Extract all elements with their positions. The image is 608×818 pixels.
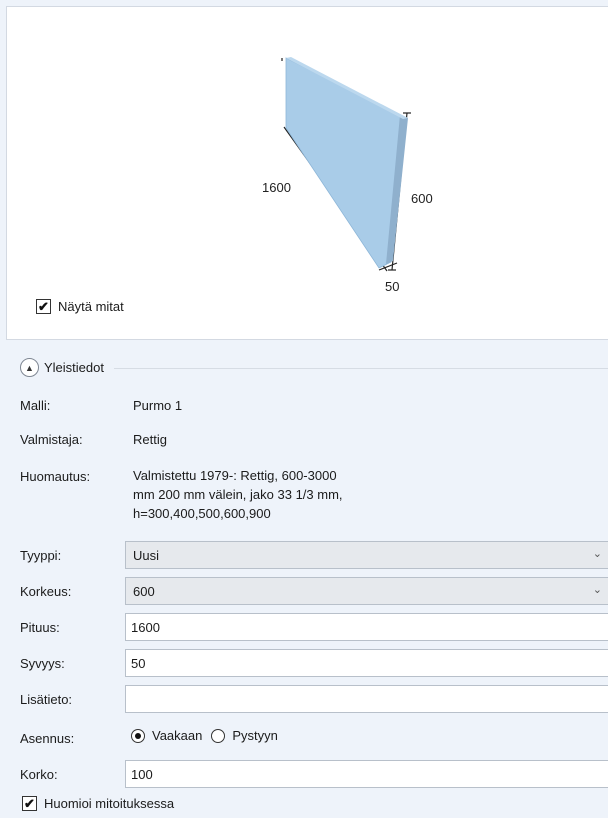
collapse-section-button[interactable]: ▲ [20, 358, 39, 377]
elevation-label: Korko: [20, 767, 58, 782]
type-select[interactable]: Uusi ⌄ [125, 541, 608, 569]
elevation-input-value: 100 [131, 766, 153, 782]
depth-dimension-label: 50 [385, 279, 399, 294]
model-label: Malli: [20, 398, 51, 413]
checkmark-icon: ✔ [24, 796, 35, 811]
mounting-option-label: Vaakaan [152, 728, 203, 743]
section-divider [113, 368, 608, 369]
section-title: Yleistiedot [44, 360, 104, 375]
checkmark-icon: ✔ [38, 299, 49, 314]
height-label: Korkeus: [20, 584, 72, 599]
note-label: Huomautus: [20, 469, 91, 484]
chevron-down-icon: ⌄ [592, 548, 602, 560]
mounting-option-label: Pystyyn [232, 728, 278, 743]
show-dimensions-label: Näytä mitat [58, 299, 124, 314]
elevation-input[interactable]: 100 [125, 760, 608, 788]
length-input[interactable]: 1600 [125, 613, 608, 641]
show-dimensions-row[interactable]: ✔ Näytä mitat [36, 299, 124, 314]
type-label: Tyyppi: [20, 548, 62, 563]
mounting-option-horizontal[interactable]: Vaakaan [131, 728, 202, 743]
note-line: h=300,400,500,600,900 [133, 506, 271, 521]
length-label: Pituus: [20, 620, 60, 635]
radiator-preview-panel: 1600 600 50 ✔ Näytä mitat [6, 6, 608, 340]
radio-button-horizontal[interactable] [131, 728, 145, 743]
depth-label: Syvyys: [20, 656, 65, 671]
height-dimension-label: 600 [411, 191, 433, 206]
consider-in-sizing-label: Huomioi mitoituksessa [44, 796, 175, 811]
chevron-up-icon: ▲ [25, 362, 34, 373]
mounting-label: Asennus: [20, 731, 75, 746]
manufacturer-label: Valmistaja: [20, 432, 83, 447]
mounting-radio-group: Vaakaan Pystyyn [131, 728, 287, 743]
height-select-value: 600 [133, 583, 155, 599]
radio-button-vertical[interactable] [211, 728, 226, 743]
show-dimensions-checkbox[interactable]: ✔ [36, 299, 51, 314]
length-dimension-label: 1600 [262, 180, 291, 195]
section-header-general: ▲ Yleistiedot [20, 358, 608, 377]
depth-input-value: 50 [131, 655, 146, 671]
radio-selected-dot [135, 732, 141, 739]
note-line: Valmistettu 1979-: Rettig, 600-3000 [133, 468, 337, 483]
length-input-value: 1600 [131, 619, 160, 635]
consider-in-sizing-checkbox[interactable]: ✔ [22, 796, 37, 811]
note-value: Valmistettu 1979-: Rettig, 600-3000 mm 2… [133, 466, 343, 523]
depth-input[interactable]: 50 [125, 649, 608, 677]
extra-info-input[interactable] [125, 685, 608, 713]
note-line: mm 200 mm välein, jako 33 1/3 mm, [133, 487, 343, 502]
radiator-3d-preview: 1600 600 50 [262, 57, 433, 294]
chevron-down-icon: ⌄ [592, 584, 602, 596]
type-select-value: Uusi [133, 547, 160, 563]
manufacturer-value: Rettig [133, 432, 167, 447]
model-value: Purmo 1 [133, 398, 183, 413]
height-select[interactable]: 600 ⌄ [125, 577, 608, 605]
mounting-option-vertical[interactable]: Pystyyn [211, 728, 278, 743]
consider-in-sizing-row[interactable]: ✔ Huomioi mitoituksessa [22, 796, 174, 811]
extra-info-label: Lisätieto: [20, 692, 73, 707]
